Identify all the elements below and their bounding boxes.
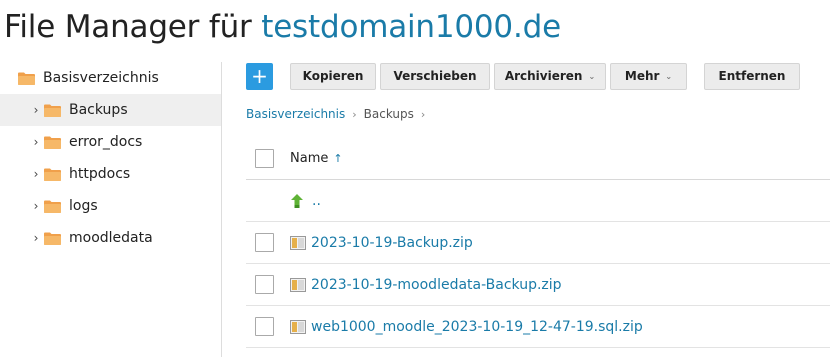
page-title: File Manager für testdomain1000.de: [4, 9, 561, 45]
row-checkbox[interactable]: [255, 233, 274, 252]
chevron-right-icon[interactable]: ›: [30, 103, 42, 117]
move-button[interactable]: Verschieben: [380, 62, 490, 90]
more-dropdown-button[interactable]: Mehr ⌄: [610, 62, 687, 90]
remove-button[interactable]: Entfernen: [704, 62, 800, 90]
move-button-label: Verschieben: [393, 69, 477, 83]
select-all-checkbox[interactable]: [255, 149, 274, 168]
file-table: Name ↑ .. 2023-10-19-Backup.zip 2023-10-…: [246, 138, 830, 348]
folder-icon: [44, 168, 61, 181]
chevron-down-icon: ⌄: [665, 71, 673, 81]
breadcrumb-root-link[interactable]: Basisverzeichnis: [246, 107, 345, 121]
zip-file-icon: [290, 235, 306, 250]
tree-root-label: Basisverzeichnis: [43, 70, 159, 86]
tree-item-label: logs: [69, 198, 98, 214]
table-row[interactable]: 2023-10-19-moodledata-Backup.zip: [246, 264, 830, 306]
file-name-link[interactable]: 2023-10-19-Backup.zip: [311, 235, 473, 251]
breadcrumb: Basisverzeichnis › Backups ›: [246, 107, 432, 121]
chevron-right-icon: ›: [420, 107, 426, 121]
zip-file-icon: [290, 319, 306, 334]
table-row[interactable]: 2023-10-19-Backup.zip: [246, 222, 830, 264]
more-button-label: Mehr: [624, 69, 660, 83]
up-arrow-icon: [290, 193, 304, 209]
copy-button[interactable]: Kopieren: [290, 62, 376, 90]
name-column-header[interactable]: Name ↑: [290, 151, 343, 166]
tree-item-httpdocs[interactable]: › httpdocs: [0, 158, 222, 190]
tree-root-item[interactable]: Basisverzeichnis: [0, 62, 222, 94]
copy-button-label: Kopieren: [302, 69, 364, 83]
zip-file-icon: [290, 277, 306, 292]
folder-icon: [44, 200, 61, 213]
name-header-label: Name: [290, 151, 329, 166]
chevron-right-icon[interactable]: ›: [30, 135, 42, 149]
file-name-cell: web1000_moodle_2023-10-19_12-47-19.sql.z…: [290, 319, 643, 335]
file-name-link[interactable]: 2023-10-19-moodledata-Backup.zip: [311, 277, 562, 293]
tree-item-backups[interactable]: › Backups: [0, 94, 222, 126]
tree-item-error-docs[interactable]: › error_docs: [0, 126, 222, 158]
parent-directory-link[interactable]: ..: [290, 193, 321, 209]
folder-icon: [44, 232, 61, 245]
file-name-cell: 2023-10-19-moodledata-Backup.zip: [290, 277, 562, 293]
parent-directory-row[interactable]: ..: [246, 180, 830, 222]
tree-item-label: httpdocs: [69, 166, 131, 182]
chevron-right-icon: ›: [352, 107, 357, 121]
chevron-right-icon[interactable]: ›: [30, 199, 42, 213]
file-name-cell: 2023-10-19-Backup.zip: [290, 235, 473, 251]
chevron-right-icon[interactable]: ›: [30, 167, 42, 181]
table-header-row: Name ↑: [246, 138, 830, 180]
folder-icon: [18, 72, 35, 85]
table-row[interactable]: web1000_moodle_2023-10-19_12-47-19.sql.z…: [246, 306, 830, 348]
page-title-prefix: File Manager für: [4, 9, 262, 45]
archive-button-label: Archivieren: [504, 69, 583, 83]
parent-directory-label: ..: [312, 192, 321, 209]
breadcrumb-current[interactable]: Backups: [364, 107, 414, 121]
file-name-link[interactable]: web1000_moodle_2023-10-19_12-47-19.sql.z…: [311, 319, 643, 335]
remove-button-label: Entfernen: [718, 69, 786, 83]
archive-dropdown-button[interactable]: Archivieren ⌄: [494, 62, 606, 90]
row-checkbox[interactable]: [255, 317, 274, 336]
folder-icon: [44, 104, 61, 117]
sidebar-divider: [221, 62, 222, 357]
tree-item-label: error_docs: [69, 134, 143, 150]
tree-item-label: Backups: [69, 102, 128, 118]
toolbar: + Kopieren Verschieben Archivieren ⌄ Mehr…: [246, 62, 800, 90]
tree-item-logs[interactable]: › logs: [0, 190, 222, 222]
chevron-down-icon: ⌄: [588, 71, 596, 81]
row-checkbox[interactable]: [255, 275, 274, 294]
add-button[interactable]: +: [246, 62, 273, 90]
sort-ascending-icon: ↑: [333, 152, 343, 165]
tree-item-label: moodledata: [69, 230, 153, 246]
folder-tree: Basisverzeichnis › Backups › error_docs …: [0, 62, 222, 254]
page-title-domain: testdomain1000.de: [261, 9, 561, 45]
folder-icon: [44, 136, 61, 149]
tree-item-moodledata[interactable]: › moodledata: [0, 222, 222, 254]
chevron-right-icon[interactable]: ›: [30, 231, 42, 245]
